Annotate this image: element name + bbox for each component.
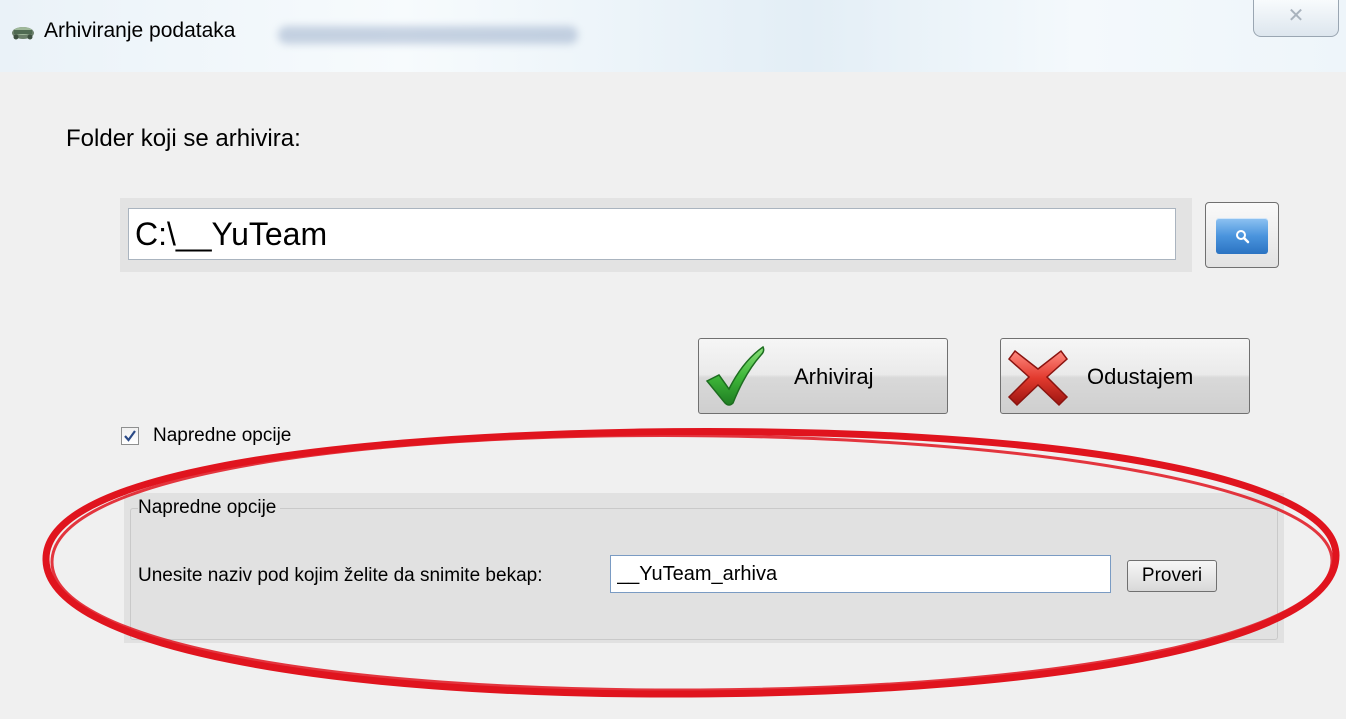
archive-button[interactable]: Arhiviraj xyxy=(698,338,948,414)
folder-label: Folder koji se arhivira: xyxy=(66,125,301,152)
advanced-options-group-title: Napredne opcije xyxy=(138,496,281,520)
folder-path-input[interactable] xyxy=(128,208,1176,260)
advanced-options-checkbox[interactable] xyxy=(121,427,139,445)
backup-name-input[interactable] xyxy=(610,555,1111,593)
green-checkmark-icon xyxy=(705,345,765,406)
search-icon xyxy=(1236,230,1250,244)
red-x-icon xyxy=(1007,349,1069,407)
browse-folder-button[interactable] xyxy=(1205,202,1279,268)
checkmark-icon xyxy=(124,430,136,442)
browse-button-face xyxy=(1216,218,1268,254)
archive-button-label: Arhiviraj xyxy=(794,364,874,389)
cancel-button-label: Odustajem xyxy=(1087,364,1194,389)
blurred-title-text xyxy=(278,26,578,44)
backup-name-label: Unesite naziv pod kojim želite da snimit… xyxy=(138,565,543,586)
cancel-button[interactable]: Odustajem xyxy=(1000,338,1250,414)
advanced-options-checkbox-label: Napredne opcije xyxy=(153,425,292,446)
window-title: Arhiviranje podataka xyxy=(44,19,236,42)
check-button[interactable]: Proveri xyxy=(1127,560,1217,592)
archive-app-icon xyxy=(12,27,34,40)
close-icon: ✕ xyxy=(1287,5,1305,27)
close-button[interactable]: ✕ xyxy=(1253,0,1339,37)
